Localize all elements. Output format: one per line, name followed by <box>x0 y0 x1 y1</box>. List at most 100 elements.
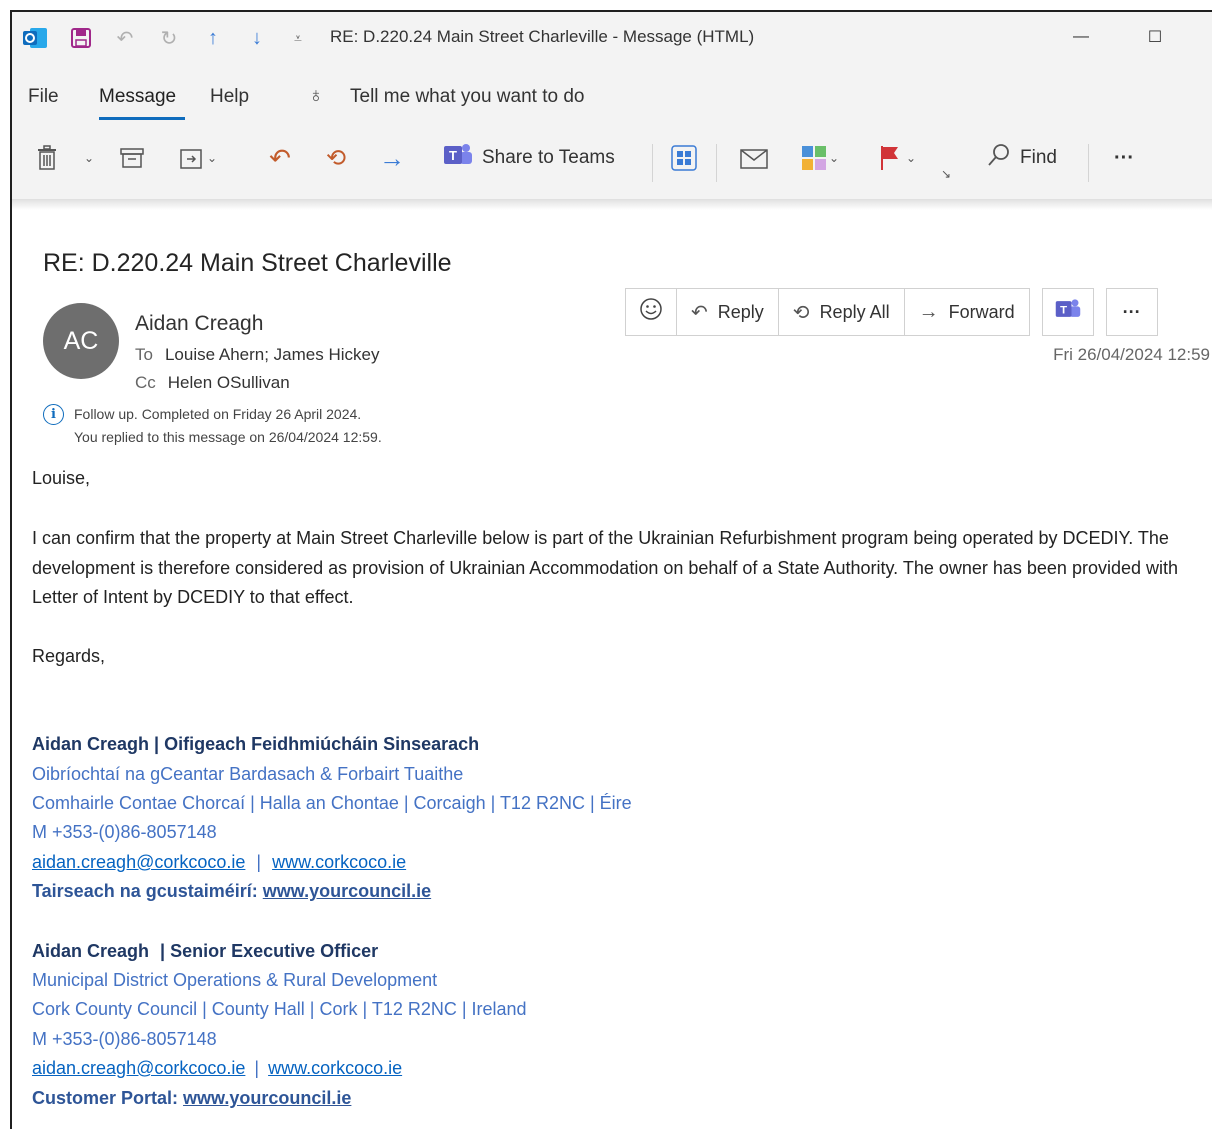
message-actions: ↶ Reply ⟲ Reply All → Forward T ··· <box>625 288 1158 336</box>
to-line: To Louise Ahern; James Hickey <box>135 345 379 365</box>
share-to-teams-button[interactable]: T Share to Teams <box>442 140 615 176</box>
signature-english-title: Aidan Creagh | Senior Executive Officer <box>32 941 378 962</box>
forward-label: Forward <box>948 301 1015 322</box>
cc-recipients[interactable]: Helen OSullivan <box>168 373 290 392</box>
greeting: Louise, <box>32 468 91 488</box>
title-bar: ↶ ↻ ↑ ↓ ⩡ RE: D.220.24 Main Street Charl… <box>12 12 1212 64</box>
reply-all-label: Reply All <box>819 301 890 322</box>
signature-mobile: M +353-(0)86-8057148 <box>32 1029 217 1049</box>
signature-role: Senior Executive Officer <box>170 941 379 961</box>
signature-portal-label: Tairseach na gcustaiméirí: <box>32 881 263 901</box>
forward-icon: → <box>918 300 939 323</box>
signature-portal-label: Customer Portal: <box>32 1088 184 1108</box>
teams-chat-button[interactable]: T <box>1041 288 1094 336</box>
share-to-teams-label: Share to Teams <box>482 147 615 168</box>
signature-contact-line: aidan.creagh@corkcoco.ie | www.corkcoco.… <box>32 852 406 873</box>
save-icon[interactable] <box>66 24 96 52</box>
search-icon <box>986 142 1012 174</box>
signature-address: Comhairle Contae Chorcaí | Halla an Chon… <box>32 793 632 813</box>
window-title: RE: D.220.24 Main Street Charleville - M… <box>330 27 755 46</box>
active-tab-indicator <box>99 117 185 120</box>
forward-button[interactable]: → Forward <box>903 288 1030 336</box>
reply-label: Reply <box>717 301 764 322</box>
to-recipients[interactable]: Louise Ahern; James Hickey <box>165 345 380 364</box>
signature-divider: | <box>251 852 267 872</box>
customize-icon[interactable]: ⩡ <box>286 24 310 52</box>
cc-line: Cc Helen OSullivan <box>135 373 290 393</box>
reply-button[interactable]: ↶ Reply <box>676 288 779 336</box>
reply-all-button[interactable]: ⟲ Reply All <box>777 288 905 336</box>
signature-divider: | <box>249 1058 265 1078</box>
reply-all-icon: ⟲ <box>792 301 810 324</box>
reply-icon: ↶ <box>691 301 708 324</box>
more-options-button[interactable]: ··· <box>1106 140 1142 176</box>
undo-icon[interactable]: ↶ <box>110 24 140 52</box>
signature-name: Aidan Creagh <box>32 734 150 754</box>
categorize-icon[interactable]: ⌄ <box>794 140 846 176</box>
apps-icon[interactable] <box>668 140 700 176</box>
delete-icon[interactable] <box>32 140 62 176</box>
avatar[interactable]: AC <box>43 303 119 379</box>
signature-portal-line: Tairseach na gcustaiméirí: www.yourcounc… <box>32 881 431 902</box>
flag-icon[interactable]: ⌄ <box>872 140 922 176</box>
signature-website-link[interactable]: www.corkcoco.ie <box>268 1058 402 1078</box>
signature-address: Cork County Council | County Hall | Cork… <box>32 999 527 1019</box>
lightbulb-icon: ♁ <box>308 84 324 107</box>
signature-portal-line: Customer Portal: www.yourcouncil.ie <box>32 1088 351 1109</box>
signature-department: Municipal District Operations & Rural De… <box>32 970 438 990</box>
ribbon-separator <box>1088 144 1089 182</box>
ribbon-separator <box>716 144 717 182</box>
signature-separator: | <box>155 941 171 961</box>
mark-unread-icon[interactable] <box>736 140 772 176</box>
cc-label: Cc <box>135 373 156 392</box>
follow-up-text[interactable]: Follow up. Completed on Friday 26 April … <box>74 403 361 426</box>
to-label: To <box>135 345 153 364</box>
signature-role: Oifigeach Feidhmiúcháin Sinsearach <box>164 734 480 754</box>
teams-icon: T <box>1054 296 1082 328</box>
body-paragraph: I can confirm that the property at Main … <box>32 528 1179 607</box>
signature-separator: | <box>149 734 165 754</box>
ribbon-separator <box>652 144 653 182</box>
reply-all-icon[interactable]: ⟲ <box>316 140 356 176</box>
signature-name: Aidan Creagh <box>32 941 150 961</box>
menu-file[interactable]: File <box>28 86 59 108</box>
forward-icon[interactable]: → <box>374 140 410 176</box>
up-arrow-icon[interactable]: ↑ <box>198 24 228 52</box>
replied-note: You replied to this message on 26/04/202… <box>74 429 382 445</box>
menu-bar: File Message Help ♁ Tell me what you wan… <box>12 64 1212 126</box>
chevron-down-icon[interactable]: ⌄ <box>80 140 98 176</box>
down-arrow-icon[interactable]: ↓ <box>242 24 272 52</box>
redo-icon[interactable]: ↻ <box>154 24 184 52</box>
sender-name[interactable]: Aidan Creagh <box>135 312 263 336</box>
closing: Regards, <box>32 646 106 666</box>
outlook-message-window: ↶ ↻ ↑ ↓ ⩡ RE: D.220.24 Main Street Charl… <box>10 10 1212 1129</box>
info-icon: i <box>43 404 64 425</box>
archive-icon[interactable] <box>116 140 148 176</box>
signature-irish-title: Aidan Creagh | Oifigeach Feidhmiúcháin S… <box>32 734 479 755</box>
svg-text:T: T <box>1060 304 1067 316</box>
ribbon-shadow <box>12 200 1212 210</box>
signature-portal-link[interactable]: www.yourcouncil.ie <box>183 1088 351 1108</box>
tell-me-search[interactable]: Tell me what you want to do <box>350 86 584 108</box>
signature-mobile: M +353-(0)86-8057148 <box>32 822 217 842</box>
dialog-launcher-icon[interactable]: ↘ <box>938 166 954 182</box>
minimize-button[interactable]: — <box>1058 22 1104 52</box>
maximize-button[interactable]: ☐ <box>1132 22 1178 52</box>
signature-website-link[interactable]: www.corkcoco.ie <box>272 852 406 872</box>
signature-email-link[interactable]: aidan.creagh@corkcoco.ie <box>32 1058 245 1078</box>
menu-message[interactable]: Message <box>99 86 176 108</box>
signature-portal-link[interactable]: www.yourcouncil.ie <box>263 881 431 901</box>
emoji-icon <box>639 297 663 327</box>
reply-icon[interactable]: ↶ <box>262 140 298 176</box>
teams-icon: T <box>442 141 474 175</box>
more-actions-button[interactable]: ··· <box>1105 288 1158 336</box>
signature-contact-line: aidan.creagh@corkcoco.ie | www.corkcoco.… <box>32 1058 402 1079</box>
signature-email-link[interactable]: aidan.creagh@corkcoco.ie <box>32 852 245 872</box>
emoji-reaction-button[interactable] <box>625 288 677 336</box>
find-button[interactable]: Find <box>986 140 1057 176</box>
menu-help[interactable]: Help <box>210 86 249 108</box>
ribbon-toolbar: ⌄ ⌄ ↶ ⟲ → T Share to Teams ⌄ ⌄ ↘ Find ··… <box>12 126 1212 200</box>
move-icon[interactable]: ⌄ <box>172 140 224 176</box>
message-date: Fri 26/04/2024 12:59 <box>1053 345 1210 364</box>
outlook-icon <box>20 24 50 52</box>
